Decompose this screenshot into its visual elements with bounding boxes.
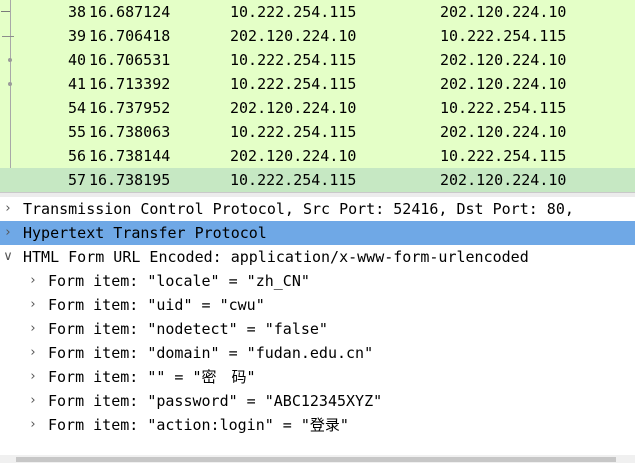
packet-number: 56: [67, 147, 86, 165]
packet-source: 202.120.224.10: [230, 99, 357, 117]
packet-time: 16.738063: [89, 123, 171, 141]
packet-number: 40: [67, 51, 86, 69]
packet-time: 16.737952: [89, 99, 171, 117]
packet-number: 57: [67, 171, 86, 189]
form-item-row[interactable]: › Form item: "nodetect" = "false": [0, 317, 635, 341]
horizontal-scrollbar[interactable]: [0, 455, 635, 463]
packet-source: 202.120.224.10: [230, 147, 357, 165]
chevron-right-icon[interactable]: ›: [25, 293, 41, 317]
packet-row[interactable]: 54 16.737952 202.120.224.10 10.222.254.115: [0, 96, 635, 120]
packet-source: 10.222.254.115: [230, 123, 357, 141]
form-item-row[interactable]: › Form item: "domain" = "fudan.edu.cn": [0, 341, 635, 365]
packet-source: 10.222.254.115: [230, 3, 357, 21]
packet-list[interactable]: 38 16.687124 10.222.254.115 202.120.224.10 3…: [0, 0, 635, 192]
packet-row[interactable]: 38 16.687124 10.222.254.115 202.120.224.10: [0, 0, 635, 24]
chevron-right-icon[interactable]: ›: [25, 413, 41, 437]
chevron-right-icon[interactable]: ›: [25, 389, 41, 413]
packet-source: 10.222.254.115: [230, 75, 357, 93]
packet-row[interactable]: 55 16.738063 10.222.254.115 202.120.224.10: [0, 120, 635, 144]
packet-time: 16.738144: [89, 147, 171, 165]
packet-destination: 202.120.224.10: [440, 3, 567, 21]
packet-number: 54: [67, 99, 86, 117]
form-item-row[interactable]: › Form item: "uid" = "cwu": [0, 293, 635, 317]
packet-row[interactable]: 39 16.706418 202.120.224.10 10.222.254.115: [0, 24, 635, 48]
packet-time: 16.706531: [89, 51, 171, 69]
tree-item-label: Hypertext Transfer Protocol: [23, 224, 267, 242]
form-item-row[interactable]: › Form item: "action:login" = "登录": [0, 413, 635, 437]
protocol-tree-item[interactable]: › Transmission Control Protocol, Src Port…: [0, 197, 635, 221]
chevron-right-icon[interactable]: ›: [25, 341, 41, 365]
tree-item-label: Form item: "domain" = "fudan.edu.cn": [48, 344, 374, 362]
packet-details-tree[interactable]: › Transmission Control Protocol, Src Port…: [0, 197, 635, 455]
packet-destination: 10.222.254.115: [440, 99, 567, 117]
packet-row[interactable]: 40 16.706531 10.222.254.115 202.120.224.10: [0, 48, 635, 72]
tree-item-label: Form item: "nodetect" = "false": [48, 320, 328, 338]
packet-destination: 202.120.224.10: [440, 75, 567, 93]
chevron-right-icon[interactable]: ›: [25, 365, 41, 389]
packet-destination: 202.120.224.10: [440, 123, 567, 141]
form-item-row[interactable]: › Form item: "locale" = "zh_CN": [0, 269, 635, 293]
packet-time: 16.687124: [89, 3, 171, 21]
packet-source: 10.222.254.115: [230, 51, 357, 69]
form-item-row[interactable]: › Form item: "" = "密 码": [0, 365, 635, 389]
packet-destination: 10.222.254.115: [440, 147, 567, 165]
chevron-right-icon[interactable]: ›: [25, 269, 41, 293]
packet-row[interactable]: 57 16.738195 10.222.254.115 202.120.224.10: [0, 168, 635, 192]
packet-destination: 202.120.224.10: [440, 171, 567, 189]
packet-source: 10.222.254.115: [230, 171, 357, 189]
chevron-right-icon[interactable]: ›: [0, 197, 16, 221]
scrollbar-thumb[interactable]: [16, 457, 616, 462]
packet-time: 16.738195: [89, 171, 171, 189]
protocol-tree-item[interactable]: ∨ HTML Form URL Encoded: application/x-ww…: [0, 245, 635, 269]
packet-number: 41: [67, 75, 86, 93]
chevron-right-icon[interactable]: ›: [25, 317, 41, 341]
packet-row[interactable]: 56 16.738144 202.120.224.10 10.222.254.115: [0, 144, 635, 168]
chevron-down-icon[interactable]: ∨: [0, 245, 16, 269]
packet-row[interactable]: 41 16.713392 10.222.254.115 202.120.224.10: [0, 72, 635, 96]
packet-destination: 202.120.224.10: [440, 51, 567, 69]
packet-source: 202.120.224.10: [230, 27, 357, 45]
packet-time: 16.713392: [89, 75, 171, 93]
packet-time: 16.706418: [89, 27, 171, 45]
tree-item-label: Form item: "uid" = "cwu": [48, 296, 265, 314]
form-item-row[interactable]: › Form item: "password" = "ABC12345XYZ": [0, 389, 635, 413]
tree-item-label: Form item: "password" = "ABC12345XYZ": [48, 392, 383, 410]
packet-number: 55: [67, 123, 86, 141]
tree-item-label: Transmission Control Protocol, Src Port:…: [23, 200, 574, 218]
tree-item-label: Form item: "" = "密 码": [48, 368, 256, 386]
packet-number: 39: [67, 27, 86, 45]
protocol-tree-item[interactable]: › Hypertext Transfer Protocol: [0, 221, 635, 245]
tree-item-label: Form item: "locale" = "zh_CN": [48, 272, 310, 290]
packet-destination: 10.222.254.115: [440, 27, 567, 45]
packet-number: 38: [67, 3, 86, 21]
tree-item-label: Form item: "action:login" = "登录": [48, 416, 349, 434]
tree-item-label: HTML Form URL Encoded: application/x-www…: [23, 248, 529, 266]
chevron-right-icon[interactable]: ›: [0, 221, 16, 245]
